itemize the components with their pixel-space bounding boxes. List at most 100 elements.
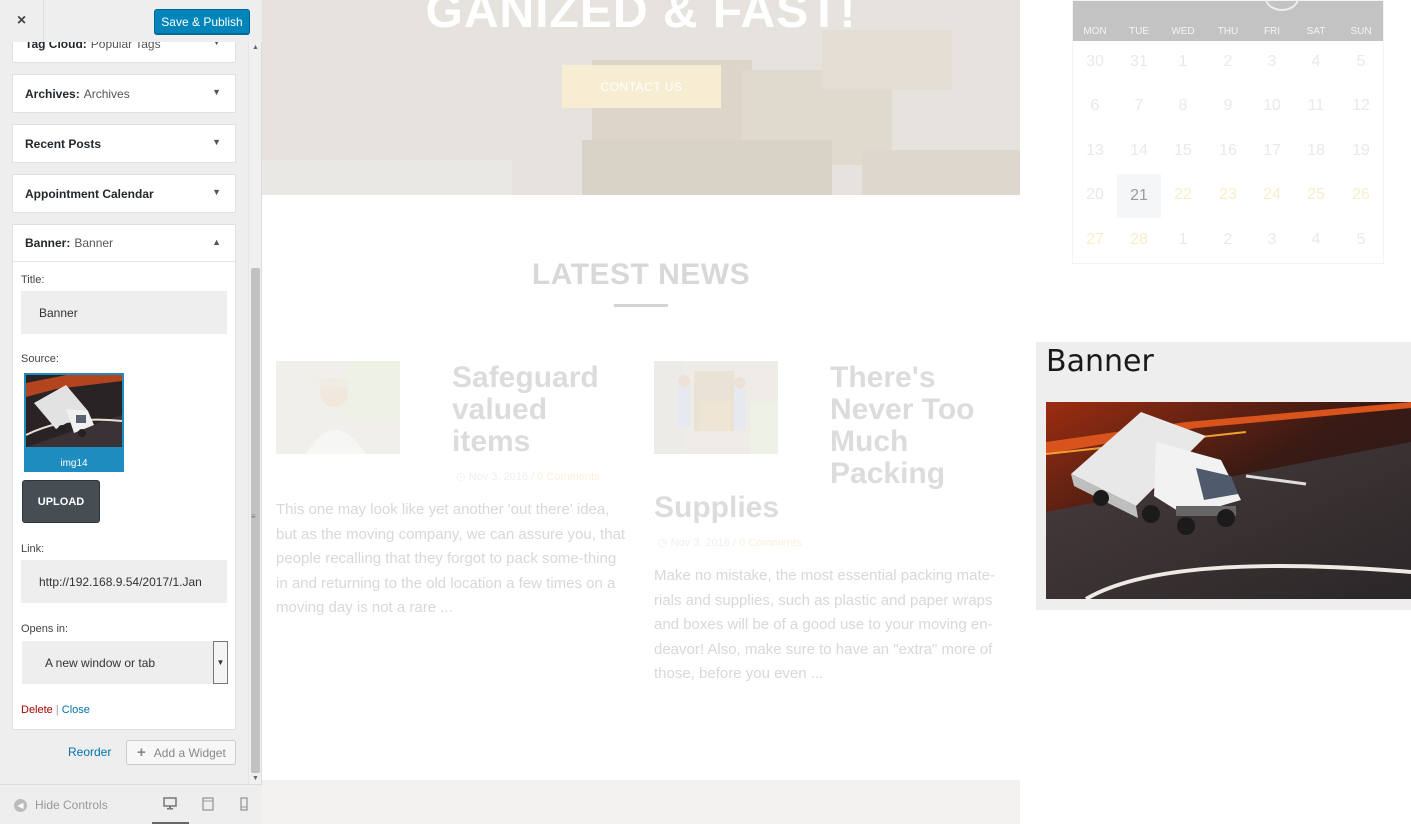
calendar-day[interactable]: 22	[1161, 186, 1205, 204]
post-thumbnail-image[interactable]	[654, 361, 778, 454]
source-field-label: Source:	[21, 353, 59, 365]
calendar-day[interactable]: 1	[1161, 231, 1205, 249]
calendar-day[interactable]: 21	[1117, 174, 1161, 218]
calendar-day[interactable]: 1	[1161, 53, 1205, 71]
heading-underline	[614, 304, 668, 307]
source-image-thumbnail[interactable]: img14	[24, 373, 124, 472]
widget-type-label: Recent Posts	[25, 136, 102, 151]
widget-banner-header[interactable]: Banner: Banner ▲	[13, 225, 235, 262]
desktop-preview-icon[interactable]	[163, 797, 177, 811]
widget-recent-posts-header[interactable]: Recent Posts ▼	[13, 125, 235, 162]
sidebar-scrollbar[interactable]: ▲ ≡ ▼	[248, 42, 261, 784]
mobile-preview-icon[interactable]	[237, 797, 251, 811]
calendar-day[interactable]: 28	[1117, 231, 1161, 249]
calendar-day[interactable]: 5	[1339, 231, 1383, 249]
post-title[interactable]: Safeguard valued items	[452, 362, 622, 458]
post-date: Nov 3, 2016	[670, 537, 730, 549]
calendar-day[interactable]: 31	[1117, 53, 1161, 71]
calendar-day[interactable]: 11	[1294, 97, 1338, 115]
calendar-day[interactable]: 10	[1250, 97, 1294, 115]
calendar-day[interactable]: 13	[1073, 142, 1117, 160]
customizer-sidebar: Tag Cloud: Popular Tags ▼ Archives: Arch…	[0, 0, 262, 824]
calendar-day[interactable]: 20	[1073, 186, 1117, 204]
post-meta: ◷ Nov 3, 2016 / 0 Comments	[658, 537, 802, 549]
widget-type-label: Archives:	[25, 86, 80, 101]
scroll-up-arrow-icon[interactable]: ▲	[252, 44, 259, 51]
widget-appointment-calendar[interactable]: Appointment Calendar ▼	[12, 174, 236, 213]
customizer-footer: ◀ Hide Controls	[0, 784, 262, 824]
calendar-day[interactable]: 3	[1250, 231, 1294, 249]
upload-button[interactable]: UPLOAD	[22, 480, 100, 523]
calendar-day[interactable]: 8	[1161, 97, 1205, 115]
opens-in-label: Opens in:	[21, 623, 69, 635]
truck-banner-image[interactable]	[1046, 402, 1411, 599]
link-input[interactable]: http://192.168.9.54/2017/1.Jan	[21, 560, 227, 603]
expand-arrow-icon[interactable]: ▼	[212, 187, 221, 197]
calendar-day[interactable]: 16	[1206, 142, 1250, 160]
expand-arrow-icon[interactable]: ▼	[212, 137, 221, 147]
contact-us-button[interactable]: CONTACT US	[562, 65, 721, 108]
post-meta: ◷ Nov 3, 2016 / 0 Comments	[456, 471, 600, 483]
collapse-arrow-icon[interactable]: ▲	[212, 237, 221, 247]
calendar-day[interactable]: 2	[1206, 53, 1250, 71]
dropdown-arrow-icon[interactable]: ▼	[213, 641, 228, 684]
hide-controls-button[interactable]: ◀ Hide Controls	[14, 798, 108, 812]
hero-heading: GANIZED & FAST!	[425, 0, 857, 38]
calendar-day[interactable]: 30	[1073, 53, 1117, 71]
reorder-link[interactable]: Reorder	[68, 745, 111, 759]
widget-actions: Delete | Close	[21, 704, 90, 716]
calendar-weekday-label: MON	[1083, 26, 1107, 37]
close-link[interactable]: Close	[62, 704, 90, 716]
calendar-day[interactable]: 7	[1117, 97, 1161, 115]
title-input[interactable]: Banner	[21, 291, 227, 334]
post-title[interactable]: There's Never Too Much Packing	[830, 362, 1000, 490]
next-section-strip	[262, 780, 1020, 824]
calendar-day[interactable]: 25	[1294, 186, 1338, 204]
banner-title: Banner	[1046, 344, 1154, 379]
expand-arrow-icon[interactable]: ▼	[212, 87, 221, 97]
opens-in-value: A new window or tab	[45, 655, 156, 670]
customizer-header: × Save & Publish	[0, 0, 262, 42]
calendar-day[interactable]: 2	[1206, 231, 1250, 249]
calendar-day[interactable]: 12	[1339, 97, 1383, 115]
calendar-day[interactable]: 24	[1250, 186, 1294, 204]
latest-news-heading: LATEST NEWS	[531, 258, 751, 291]
calendar-day[interactable]: 4	[1294, 231, 1338, 249]
post-comments-link[interactable]: 0 Comments	[537, 471, 599, 483]
post-title-continued[interactable]: Supplies	[654, 492, 779, 524]
widget-appointment-calendar-header[interactable]: Appointment Calendar ▼	[13, 175, 235, 212]
calendar-day[interactable]: 26	[1339, 186, 1383, 204]
calendar-weekday-label: FRI	[1263, 26, 1281, 37]
add-widget-button[interactable]: + Add a Widget	[126, 740, 236, 765]
delete-link[interactable]: Delete	[21, 704, 53, 716]
calendar-day[interactable]: 14	[1117, 142, 1161, 160]
calendar-weekday-label: SUN	[1350, 26, 1372, 37]
resize-grip-icon[interactable]: ≡	[251, 512, 256, 521]
tablet-preview-icon[interactable]	[201, 797, 215, 811]
calendar-day[interactable]: 17	[1250, 142, 1294, 160]
post-comments-link[interactable]: 0 Comments	[739, 537, 801, 549]
calendar-day[interactable]: 3	[1250, 53, 1294, 71]
scroll-down-arrow-icon[interactable]: ▼	[252, 775, 259, 782]
calendar-day[interactable]: 9	[1206, 97, 1250, 115]
widget-archives-header[interactable]: Archives: Archives ▼	[13, 75, 235, 112]
widget-archives[interactable]: Archives: Archives ▼	[12, 74, 236, 113]
calendar-ring-icon	[1265, 0, 1299, 11]
calendar-day[interactable]: 23	[1206, 186, 1250, 204]
link-field-label: Link:	[21, 543, 45, 555]
close-icon[interactable]: ×	[0, 0, 44, 42]
calendar-day[interactable]: 19	[1339, 142, 1383, 160]
widget-title-label: Banner	[74, 236, 114, 250]
calendar-day[interactable]: 15	[1161, 142, 1205, 160]
widget-recent-posts[interactable]: Recent Posts ▼	[12, 124, 236, 163]
opens-in-select[interactable]: A new window or tab ▼	[22, 641, 228, 684]
source-caption: img14	[60, 458, 88, 469]
save-publish-button[interactable]: Save & Publish	[154, 9, 250, 34]
calendar-weekday-label: WED	[1171, 26, 1195, 37]
calendar-day[interactable]: 4	[1294, 53, 1338, 71]
calendar-day[interactable]: 18	[1294, 142, 1338, 160]
calendar-day[interactable]: 27	[1073, 231, 1117, 249]
calendar-day[interactable]: 5	[1339, 53, 1383, 71]
calendar-day[interactable]: 6	[1073, 97, 1117, 115]
post-thumbnail-image[interactable]	[276, 361, 400, 454]
